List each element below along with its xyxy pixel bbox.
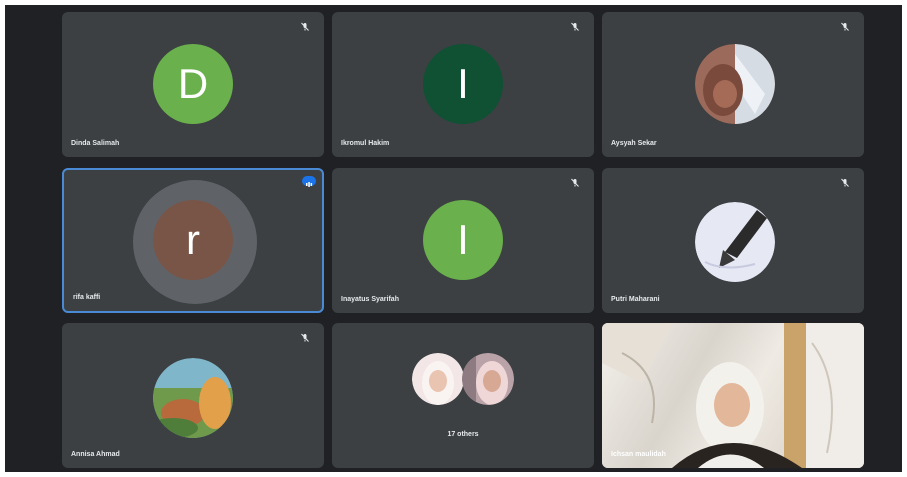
participant-name: Annisa Ahmad (71, 451, 120, 458)
participant-name: Ichsan maulidah (611, 451, 666, 458)
participant-name: Dinda Salimah (71, 140, 120, 147)
mic-off-icon (301, 22, 309, 31)
avatar: I (423, 200, 503, 280)
participant-name: rifa kaffi (73, 294, 101, 301)
avatar: I (423, 44, 503, 124)
avatar: r (153, 200, 233, 280)
video-frame (602, 323, 864, 468)
avatar-photo (695, 44, 775, 124)
mic-off-icon (571, 178, 579, 187)
participant-tile[interactable]: I Ikromul Hakim (332, 12, 594, 157)
others-count-label: 17 others (447, 431, 479, 438)
others-tile[interactable]: 17 others (332, 323, 594, 468)
mic-off-icon (571, 22, 579, 31)
participant-tile[interactable]: Annisa Ahmad (62, 323, 324, 468)
participant-name: Inayatus Syarifah (341, 296, 399, 303)
participant-tile-video[interactable]: Ichsan maulidah (602, 323, 864, 468)
participant-tile[interactable]: I Inayatus Syarifah (332, 168, 594, 313)
meeting-grid: D Dinda Salimah I Ikromul Hakim Aysyah S… (5, 5, 902, 472)
participant-name: Ikromul Hakim (341, 140, 390, 147)
participant-name: Putri Maharani (611, 296, 660, 303)
participant-tile-active[interactable]: r rifa kaffi (62, 168, 324, 313)
mic-off-icon (841, 22, 849, 31)
mic-off-icon (841, 178, 849, 187)
participant-tile[interactable]: Putri Maharani (602, 168, 864, 313)
avatar: D (153, 44, 233, 124)
mic-off-icon (301, 333, 309, 342)
participant-tile[interactable]: D Dinda Salimah (62, 12, 324, 157)
avatar-photo (462, 353, 514, 405)
audio-level-icon (302, 176, 316, 187)
participant-name: Aysyah Sekar (611, 140, 657, 147)
participant-tile[interactable]: Aysyah Sekar (602, 12, 864, 157)
avatar-photo (412, 353, 464, 405)
avatar-photo (153, 358, 233, 438)
avatar-photo (695, 202, 775, 282)
